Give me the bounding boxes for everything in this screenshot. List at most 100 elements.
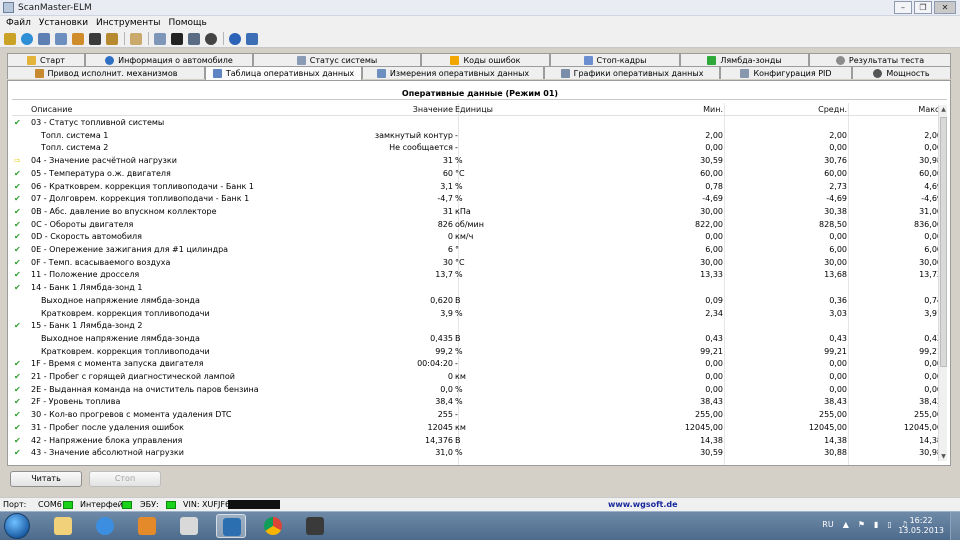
table-row[interactable]: ✔ 11 - Положение дросселя 13,7% 13,33 13,68 1… [12, 269, 947, 282]
table-row[interactable]: ✔ 0D - Скорость автомобиля 0 км/ч 0,00 0,00 0,… [12, 231, 947, 244]
table-row[interactable]: ✔ 43 - Значение абсолютной нагрузки 31,0% 3… [12, 447, 947, 460]
table-row[interactable]: ✔ 06 - Кратковрем. коррекция топливоподач… [12, 181, 947, 194]
scroll-thumb[interactable] [940, 117, 947, 367]
tab-test-results[interactable]: Результаты теста [809, 53, 951, 66]
column-header-description[interactable]: Описание [31, 103, 72, 116]
row-min: 13,33 [700, 270, 723, 280]
website-link[interactable]: www.wgsoft.de [608, 500, 678, 509]
column-header-value[interactable]: Значение [413, 103, 453, 116]
tab-power[interactable]: Мощность [852, 66, 951, 79]
battery-icon[interactable]: ▯ [887, 520, 891, 529]
taskbar-chrome[interactable] [258, 514, 288, 538]
table-row[interactable]: ✔ 2E - Выданная команда на очиститель пар… [12, 384, 947, 397]
check-icon: ✔ [14, 194, 21, 204]
info-icon[interactable] [229, 32, 241, 45]
taskbar-folder[interactable] [174, 514, 204, 538]
live-data-grid[interactable]: Описание Значение Единицы Мин. Средн. Ма… [12, 103, 947, 465]
table-row[interactable]: Выходное напряжение лямбда-зонда 0,620 В 0,… [12, 295, 947, 308]
table-row[interactable]: ✔ 21 - Пробег с горящей диагностической л… [12, 371, 947, 384]
tab-pid-config[interactable]: Конфигурация PID [720, 66, 852, 79]
tab-label: Лямбда-зонды [720, 55, 782, 65]
table-row[interactable]: Кратковрем. коррекция топливоподачи 3,9% 2… [12, 308, 947, 321]
grid-icon[interactable] [55, 32, 67, 45]
graph-icon [560, 68, 570, 78]
taskbar-scanmaster[interactable] [216, 514, 246, 538]
tab-live-data-table[interactable]: Таблица оперативных данных [205, 66, 362, 80]
taskbar-chip-tool[interactable] [300, 514, 330, 538]
taskbar-ie[interactable] [90, 514, 120, 538]
chart-icon[interactable] [72, 32, 84, 45]
table-row[interactable]: ✔ 05 - Температура о.ж. двигателя 60 °C 60,0… [12, 168, 947, 181]
flag-icon[interactable]: ⚑ [858, 520, 865, 529]
settings-icon[interactable] [188, 32, 200, 45]
maximize-button[interactable]: ❐ [914, 1, 932, 14]
table-row[interactable]: ✔ 07 - Долговрем. коррекция топливоподачи… [12, 193, 947, 206]
tab-start[interactable]: Старт [7, 53, 85, 66]
menu-file[interactable]: Файл [2, 18, 35, 28]
terminal-icon[interactable] [171, 32, 183, 45]
taskbar-media-player[interactable] [132, 514, 162, 538]
show-desktop-button[interactable] [950, 512, 960, 540]
help-book-icon[interactable] [246, 32, 258, 45]
menu-settings[interactable]: Установки [35, 18, 92, 28]
row-unit: % [455, 448, 463, 458]
tab-freeze-frames[interactable]: Стоп-кадры [550, 53, 680, 66]
gauge-icon [376, 68, 386, 78]
table-row[interactable]: ✔ 15 - Банк 1 Лямбда-зонд 2 [12, 320, 947, 333]
vertical-scrollbar[interactable]: ▲ ▼ [938, 105, 947, 461]
tab-lambda-sensors[interactable]: Лямбда-зонды [680, 53, 809, 66]
table-row[interactable]: ✔ 0C - Обороты двигателя 826 об/мин 822,00 82… [12, 219, 947, 232]
table-icon[interactable] [38, 32, 50, 45]
table-row[interactable]: Топл. система 2 Не сообщается -0,00 0,00 0,0… [12, 142, 947, 155]
column-header-min[interactable]: Мин. [703, 103, 723, 116]
row-avg: 0,43 [829, 333, 847, 343]
tab-live-data-graphs[interactable]: Графики оперативных данных [544, 66, 720, 79]
clipboard-icon[interactable] [130, 32, 142, 45]
row-value: 0,435 [430, 333, 453, 343]
minimize-button[interactable]: – [894, 1, 912, 14]
record-icon[interactable] [205, 32, 217, 45]
column-header-avg[interactable]: Средн. [818, 103, 847, 116]
tab-actuator-control[interactable]: Привод исполнит. механизмов [7, 66, 205, 79]
scroll-down-icon[interactable]: ▼ [939, 452, 948, 461]
tab-vehicle-info[interactable]: Информация о автомобиле [85, 53, 253, 66]
read-button[interactable]: Читать [10, 471, 82, 487]
table-row[interactable]: ✔ 0F - Темп. всасываемого воздуха 30 °C 30,0… [12, 257, 947, 270]
table-row[interactable]: ✔ 14 - Банк 1 Лямбда-зонд 1 [12, 282, 947, 295]
table-row[interactable]: ✔ 03 - Статус топливной системы [12, 117, 947, 130]
start-button[interactable] [4, 513, 30, 539]
clock[interactable]: 16:22 13.05.2013 [898, 516, 944, 536]
table-row[interactable]: ✔ 31 - Пробег после удаления ошибок 12045 к… [12, 422, 947, 435]
sensor-icon[interactable] [89, 32, 101, 45]
close-button[interactable]: ✕ [934, 1, 956, 14]
show-hidden-icons-icon[interactable]: ▲ [843, 520, 849, 529]
tab-live-data-meters[interactable]: Измерения оперативных данных [362, 66, 544, 79]
table-icon [212, 69, 222, 78]
tab-system-status[interactable]: Статус системы [253, 53, 421, 66]
table-row[interactable]: ✔ 0E - Опережение зажигания для #1 цилинд… [12, 244, 947, 257]
table-row[interactable]: ✔ 30 - Кол-во прогревов с момента удалени… [12, 409, 947, 422]
language-indicator[interactable]: RU [822, 520, 833, 529]
money-icon[interactable] [106, 32, 118, 45]
globe-icon[interactable] [21, 32, 33, 45]
table-row[interactable]: ✔ 42 - Напряжение блока управления 14,376 В… [12, 435, 947, 448]
menu-tools[interactable]: Инструменты [92, 18, 164, 28]
table-row[interactable]: ✔ 1F - Время с момента запуска двигателя 0… [12, 358, 947, 371]
connect-icon[interactable] [4, 32, 16, 45]
stop-button[interactable]: Стоп [89, 471, 161, 487]
table-row[interactable]: ✔ 0B - Абс. давление во впускном коллекто… [12, 206, 947, 219]
report-icon[interactable] [154, 32, 166, 45]
table-row[interactable]: ✔ 2F - Уровень топлива 38,4% 38,43 38,43 38,4… [12, 396, 947, 409]
check-icon: ✔ [14, 168, 21, 178]
menu-help[interactable]: Помощь [164, 18, 210, 28]
table-row[interactable]: ⇨ 04 - Значение расчётной нагрузки 31% 30,5… [12, 155, 947, 168]
table-row[interactable]: Выходное напряжение лямбда-зонда 0,435 В 0,… [12, 333, 947, 346]
scroll-up-icon[interactable]: ▲ [939, 105, 948, 114]
column-header-units[interactable]: Единицы [455, 103, 493, 116]
tab-error-codes[interactable]: Коды ошибок [421, 53, 550, 66]
tab-row-2: Привод исполнит. механизмов Таблица опер… [0, 66, 960, 80]
table-row[interactable]: Кратковрем. коррекция топливоподачи 99,2%… [12, 346, 947, 359]
taskbar-explorer[interactable] [48, 514, 78, 538]
table-row[interactable]: Топл. система 1 замкнутый контур - 2,00 2,00… [12, 130, 947, 143]
network-icon[interactable]: ▮ [874, 520, 878, 529]
